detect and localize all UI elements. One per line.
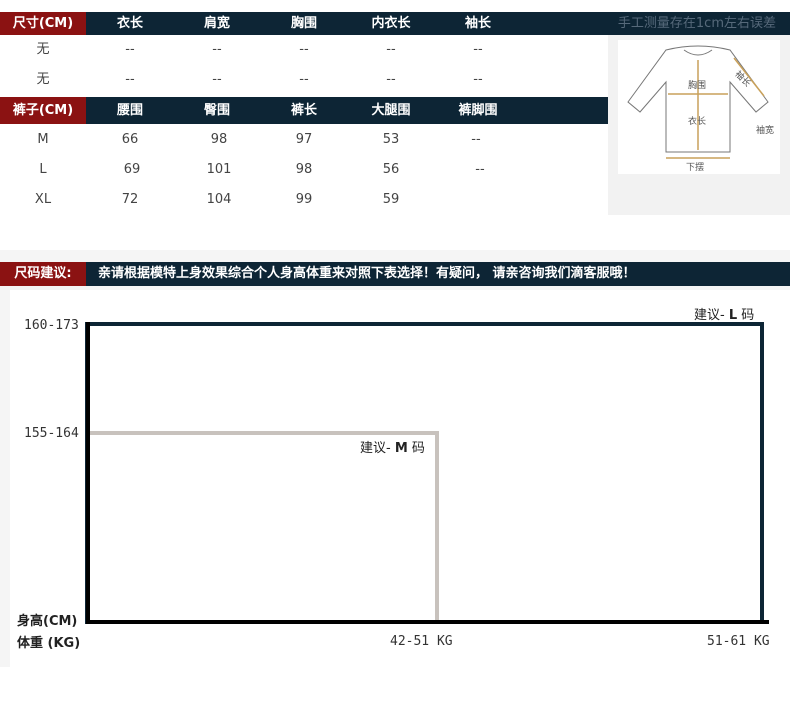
pants-table-header: 裤子(CM) 腰围 臀围 裤长 大腿围 裤脚围 <box>0 97 608 124</box>
table-cell: -- <box>299 72 309 87</box>
recommendation-size: L <box>728 308 738 323</box>
pants-table-header-label: 裤子(CM) <box>0 97 86 124</box>
x-axis-label: 体重 (KG) <box>17 636 81 651</box>
column-header: 腰围 <box>116 103 143 118</box>
garment-diagram: 胸围 袖长 衣长 袖宽 下摆 <box>618 40 780 174</box>
table-cell: 104 <box>206 192 232 207</box>
size-m-recommendation: 建议- M 码 <box>360 437 425 456</box>
size-l-box <box>85 322 764 624</box>
table-row-label: 无 <box>36 42 50 57</box>
column-header: 肩宽 <box>203 16 230 31</box>
height-range-label: 160-173 <box>24 318 79 333</box>
hem-label: 下摆 <box>686 161 704 173</box>
table-cell: 59 <box>382 192 400 207</box>
table-cell: 99 <box>295 192 313 207</box>
size-table-header: 尺寸(CM) 衣长 肩宽 胸围 内衣长 袖长 手工测量存在1cm左右误差 <box>0 12 790 35</box>
size-m-box <box>89 431 439 620</box>
recommendation-suffix: 码 <box>407 441 425 456</box>
column-header: 裤脚围 <box>458 103 498 118</box>
table-cell: -- <box>471 132 481 147</box>
table-row-label: 无 <box>36 72 50 87</box>
table-row-label: M <box>37 132 49 147</box>
size-table-header-label: 尺寸(CM) <box>0 12 86 35</box>
table-cell <box>438 190 518 210</box>
column-header: 袖长 <box>464 16 491 31</box>
size-chart <box>85 322 769 624</box>
table-cell: -- <box>299 42 309 57</box>
table-cell: -- <box>475 162 485 177</box>
size-l-recommendation: 建议- L 码 <box>694 304 754 323</box>
table-cell: -- <box>125 42 135 57</box>
table-row-label: L <box>39 162 47 177</box>
column-header: 胸围 <box>290 16 317 31</box>
table-cell: 101 <box>206 162 232 177</box>
cuff-label: 袖宽 <box>756 124 774 136</box>
table-cell: 66 <box>121 132 139 147</box>
y-axis-label: 身高(CM) <box>17 614 78 629</box>
table-cell: -- <box>386 42 396 57</box>
column-header: 衣长 <box>116 16 143 31</box>
measurement-note: 手工测量存在1cm左右误差 <box>617 16 776 31</box>
table-cell: -- <box>212 42 222 57</box>
table-cell: -- <box>125 72 135 87</box>
length-label: 衣长 <box>688 115 706 127</box>
table-cell: 53 <box>382 132 400 147</box>
table-cell: -- <box>386 72 396 87</box>
table-cell: -- <box>473 42 483 57</box>
column-header: 臀围 <box>203 103 230 118</box>
chest-label: 胸围 <box>688 79 706 91</box>
column-header: 内衣长 <box>371 16 411 31</box>
table-cell: 56 <box>382 162 400 177</box>
table-cell: 69 <box>123 162 141 177</box>
table-cell: 98 <box>295 162 313 177</box>
weight-range-label: 51-61 KG <box>707 634 770 649</box>
table-cell: -- <box>473 72 483 87</box>
advice-header: 尺码建议: 亲请根据模特上身效果综合个人身高体重来对照下表选择！有疑问， 请亲咨… <box>0 262 790 286</box>
table-cell: 72 <box>121 192 139 207</box>
table-cell: 97 <box>295 132 313 147</box>
recommendation-suffix: 码 <box>737 308 755 323</box>
table-cell: -- <box>212 72 222 87</box>
height-range-label: 155-164 <box>24 426 79 441</box>
advice-label: 尺码建议: <box>0 262 86 286</box>
weight-range-label: 42-51 KG <box>390 634 453 649</box>
sweater-icon: 胸围 袖长 衣长 袖宽 下摆 <box>627 45 774 173</box>
advice-text: 亲请根据模特上身效果综合个人身高体重来对照下表选择！有疑问， 请亲咨询我们滴客服… <box>98 266 636 281</box>
recommendation-prefix: 建议- <box>360 441 395 456</box>
recommendation-prefix: 建议- <box>694 308 729 323</box>
recommendation-size: M <box>394 441 408 456</box>
column-header: 大腿围 <box>371 103 411 118</box>
column-header: 裤长 <box>290 103 317 118</box>
table-cell: 98 <box>210 132 228 147</box>
table-row-label: XL <box>34 192 52 207</box>
